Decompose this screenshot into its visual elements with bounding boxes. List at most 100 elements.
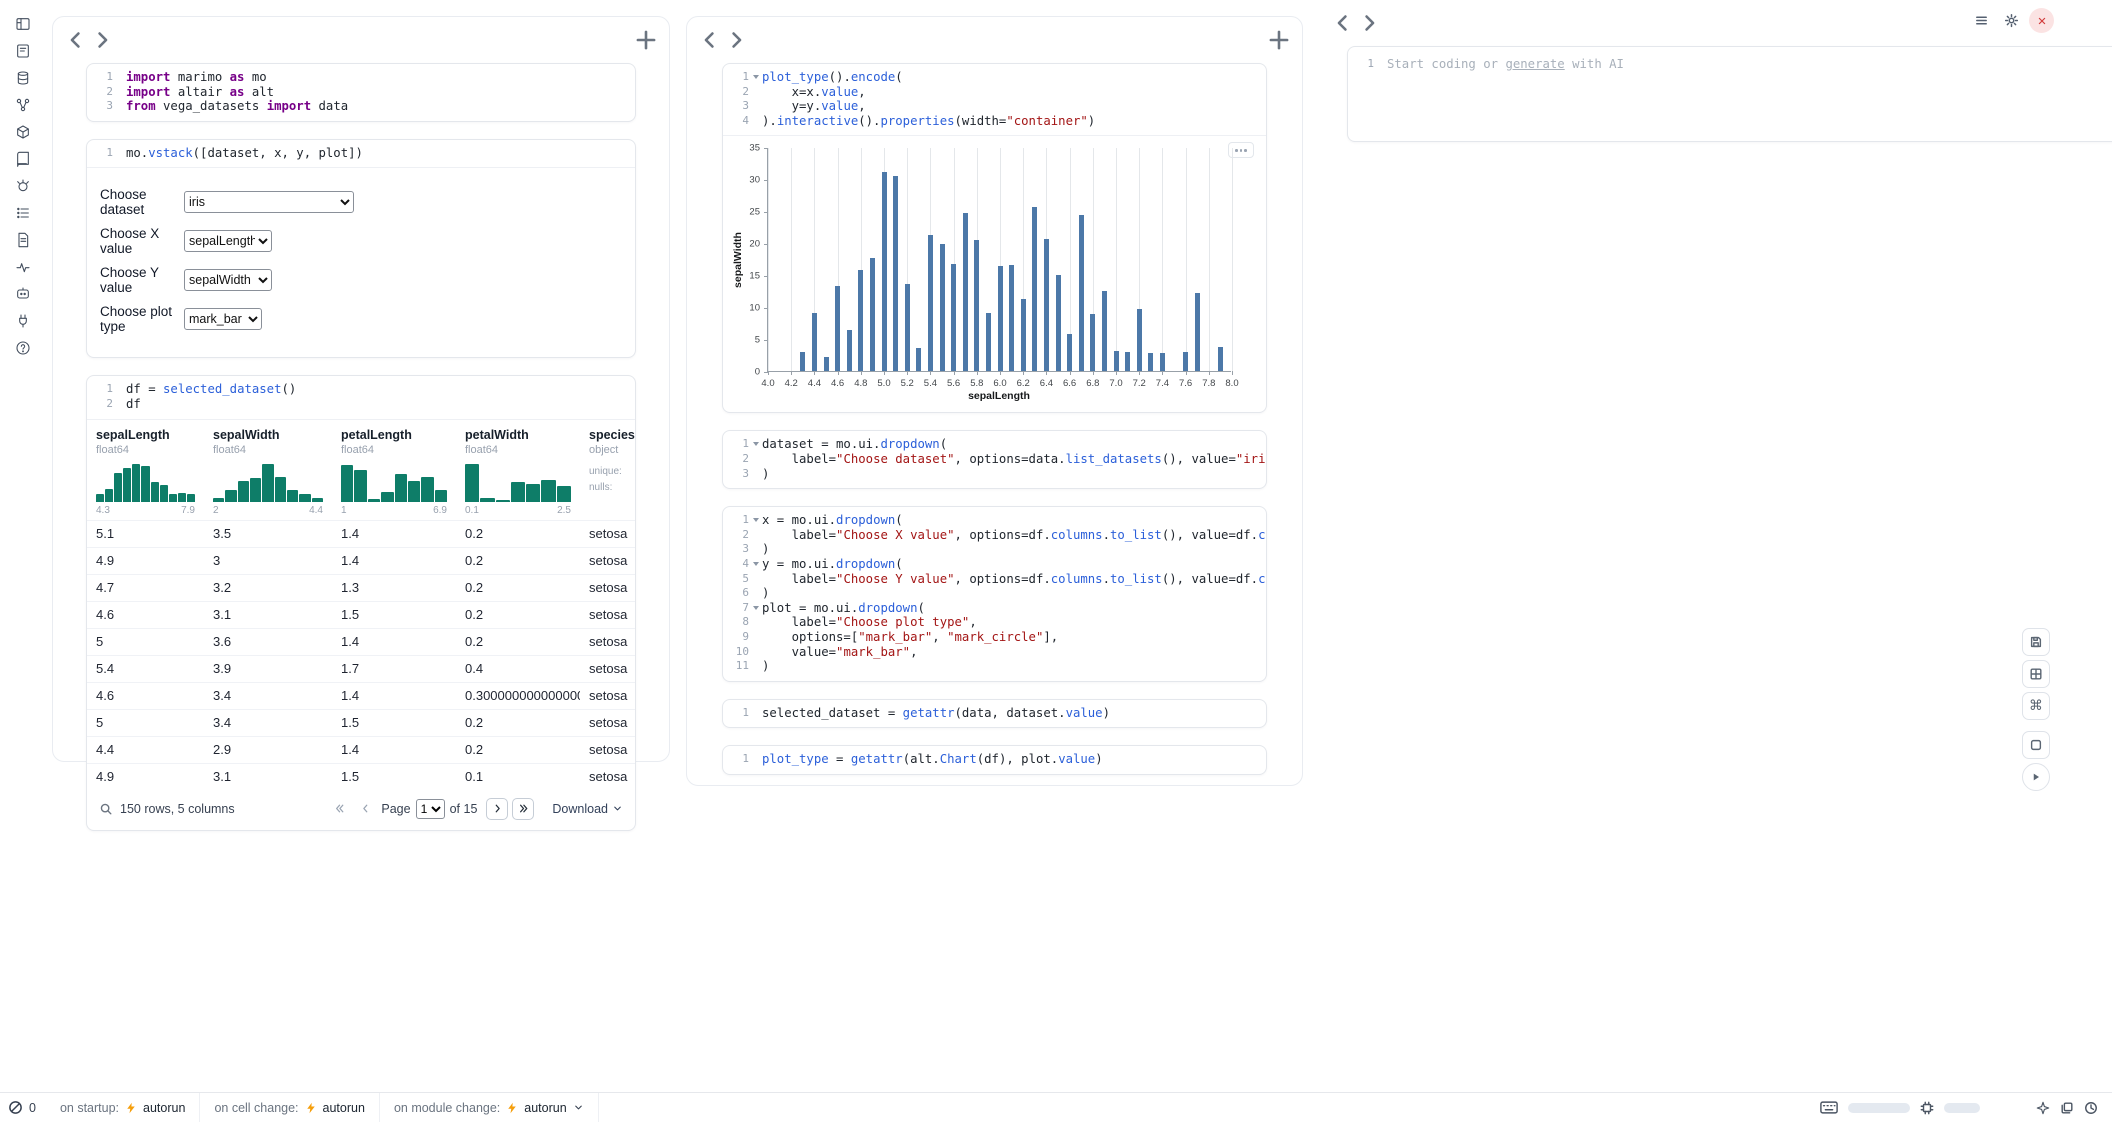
settings-gear-icon[interactable] — [1999, 8, 2024, 33]
page-select[interactable]: 1 — [416, 799, 445, 819]
outline-icon[interactable] — [12, 203, 34, 223]
table-row[interactable]: 4.63.11.50.2setosa — [87, 601, 635, 628]
close-icon[interactable] — [2029, 8, 2054, 33]
generate-link[interactable]: generate — [1505, 57, 1564, 71]
tracebacks-icon[interactable] — [12, 176, 34, 196]
cell-plot-type[interactable]: 1plot_type = getattr(alt.Chart(df), plot… — [722, 745, 1267, 775]
documentation-icon[interactable] — [12, 149, 34, 169]
dataset-select[interactable]: iris — [184, 191, 354, 213]
token: value — [821, 85, 858, 99]
cell-imports[interactable]: 1import marimo as mo2import altair as al… — [86, 63, 636, 122]
fold-toggle-icon[interactable] — [749, 70, 762, 85]
app-view-icon[interactable] — [2022, 731, 2050, 759]
notebook-icon[interactable] — [12, 41, 34, 61]
x-tick-mark — [861, 371, 862, 375]
cpu-usage-bar[interactable] — [1944, 1103, 1980, 1113]
help-icon[interactable] — [12, 338, 34, 358]
column-header[interactable]: petalLengthfloat6416.9 — [332, 420, 456, 521]
search-icon[interactable] — [99, 802, 113, 816]
command-palette-icon[interactable]: ⌘ — [2022, 692, 2050, 720]
variables-icon[interactable] — [12, 257, 34, 277]
cell-plot[interactable]: 1plot_type().encode(2 x=x.value,3 y=y.va… — [722, 63, 1267, 413]
code-editor[interactable]: 1plot_type().encode(2 x=x.value,3 y=y.va… — [723, 64, 1266, 135]
code-editor[interactable]: 1 Start coding or generate with AI — [1348, 47, 2112, 79]
on-startup-setting[interactable]: on startup: autorun — [46, 1093, 200, 1122]
y-tick-mark — [764, 308, 768, 309]
table-row[interactable]: 53.41.50.2setosa — [87, 709, 635, 736]
layers-icon[interactable] — [2060, 1101, 2074, 1115]
chevron-right-icon[interactable] — [89, 27, 115, 53]
code-editor[interactable]: 1df = selected_dataset()2df — [87, 376, 635, 418]
chevron-left-icon[interactable] — [697, 27, 723, 53]
cell-dataframe[interactable]: 1df = selected_dataset()2df sepalLengthf… — [86, 375, 636, 830]
fold-toggle-icon[interactable] — [749, 513, 762, 528]
table-row[interactable]: 4.931.40.2setosa — [87, 547, 635, 574]
prev-page-button[interactable] — [354, 798, 376, 820]
table-row[interactable]: 4.63.41.40.30000000000000004setosa — [87, 682, 635, 709]
logs-icon[interactable] — [12, 230, 34, 250]
code-editor[interactable]: 1x = mo.ui.dropdown(2 label="Choose X va… — [723, 507, 1266, 681]
run-icon[interactable] — [2022, 763, 2050, 791]
cell-selected-dataset[interactable]: 1selected_dataset = getattr(data, datase… — [722, 699, 1267, 729]
table-row[interactable]: 4.93.11.50.1setosa — [87, 763, 635, 790]
code-editor[interactable]: 1mo.vstack([dataset, x, y, plot]) — [87, 140, 635, 168]
table-row[interactable]: 53.61.40.2setosa — [87, 628, 635, 655]
cell-dataset-dropdown[interactable]: 1dataset = mo.ui.dropdown(2 label="Choos… — [722, 430, 1267, 489]
download-button[interactable]: Download — [552, 802, 623, 816]
save-icon[interactable] — [2022, 628, 2050, 656]
code-editor[interactable]: 1dataset = mo.ui.dropdown(2 label="Choos… — [723, 431, 1266, 488]
code-line: 1plot_type().encode( — [729, 70, 1256, 85]
x-value-select[interactable]: sepalLength — [184, 230, 272, 252]
layout-grid-icon[interactable] — [2022, 660, 2050, 688]
sparkle-icon[interactable] — [2036, 1101, 2050, 1115]
fold-toggle-icon[interactable] — [749, 437, 762, 452]
fold-toggle-icon[interactable] — [749, 557, 762, 572]
keyboard-icon[interactable] — [1820, 1101, 1838, 1114]
column-header[interactable]: sepalLengthfloat644.37.9 — [87, 420, 204, 521]
code-editor[interactable]: 1plot_type = getattr(alt.Chart(df), plot… — [723, 746, 1266, 774]
packages-icon[interactable] — [12, 122, 34, 142]
last-page-button[interactable] — [512, 798, 534, 820]
file-explorer-icon[interactable] — [12, 14, 34, 34]
code-editor[interactable]: 1selected_dataset = getattr(data, datase… — [723, 700, 1266, 728]
y-value-select[interactable]: sepalWidth — [184, 269, 272, 291]
chevron-right-icon[interactable] — [723, 27, 749, 53]
cell-vstack[interactable]: 1mo.vstack([dataset, x, y, plot]) Choose… — [86, 139, 636, 359]
fold-toggle-icon[interactable] — [749, 601, 762, 616]
code-editor[interactable]: 1import marimo as mo2import altair as al… — [87, 64, 635, 121]
chevron-left-icon[interactable] — [1330, 10, 1356, 36]
column-type: object — [589, 444, 635, 456]
cell-empty[interactable]: 1 Start coding or generate with AI — [1347, 46, 2112, 142]
on-cell-change-setting[interactable]: on cell change: autorun — [200, 1093, 380, 1122]
add-cell-button[interactable] — [1266, 27, 1292, 53]
chart-bar — [1148, 353, 1153, 372]
column-header[interactable]: sepalWidthfloat6424.4 — [204, 420, 332, 521]
ai-chat-icon[interactable] — [12, 284, 34, 304]
memory-usage-bar[interactable] — [1848, 1103, 1910, 1113]
cpu-chip-icon[interactable] — [1920, 1101, 1934, 1115]
errors-indicator[interactable]: 0 — [0, 1093, 46, 1122]
add-cell-button[interactable] — [633, 27, 659, 53]
table-row[interactable]: 5.43.91.70.4setosa — [87, 655, 635, 682]
column-header[interactable]: speciesobjectunique:nulls: — [580, 420, 635, 521]
history-clock-icon[interactable] — [2084, 1101, 2098, 1115]
menu-icon[interactable] — [1969, 8, 1994, 33]
table-cell: 3.6 — [204, 628, 332, 655]
editor-placeholder[interactable]: Start coding or generate with AI — [1387, 57, 2112, 72]
on-module-change-setting[interactable]: on module change: autorun — [380, 1093, 599, 1122]
plot-type-select[interactable]: mark_bar — [184, 308, 262, 330]
plugins-icon[interactable] — [12, 311, 34, 331]
datasets-icon[interactable] — [12, 68, 34, 88]
table-row[interactable]: 4.73.21.30.2setosa — [87, 574, 635, 601]
dependency-graph-icon[interactable] — [12, 95, 34, 115]
chevron-left-icon[interactable] — [63, 27, 89, 53]
cell-xy-plot-dropdowns[interactable]: 1x = mo.ui.dropdown(2 label="Choose X va… — [722, 506, 1267, 682]
table-row[interactable]: 4.42.91.40.2setosa — [87, 736, 635, 763]
first-page-button[interactable] — [328, 798, 350, 820]
chevron-right-icon[interactable] — [1356, 10, 1382, 36]
table-row[interactable]: 5.13.51.40.2setosa — [87, 520, 635, 547]
plot-area[interactable]: 4.04.24.44.64.85.05.25.45.65.86.06.26.46… — [767, 148, 1231, 372]
column-header[interactable]: petalWidthfloat640.12.5 — [456, 420, 580, 521]
fold-spacer — [113, 397, 126, 412]
next-page-button[interactable] — [486, 798, 508, 820]
